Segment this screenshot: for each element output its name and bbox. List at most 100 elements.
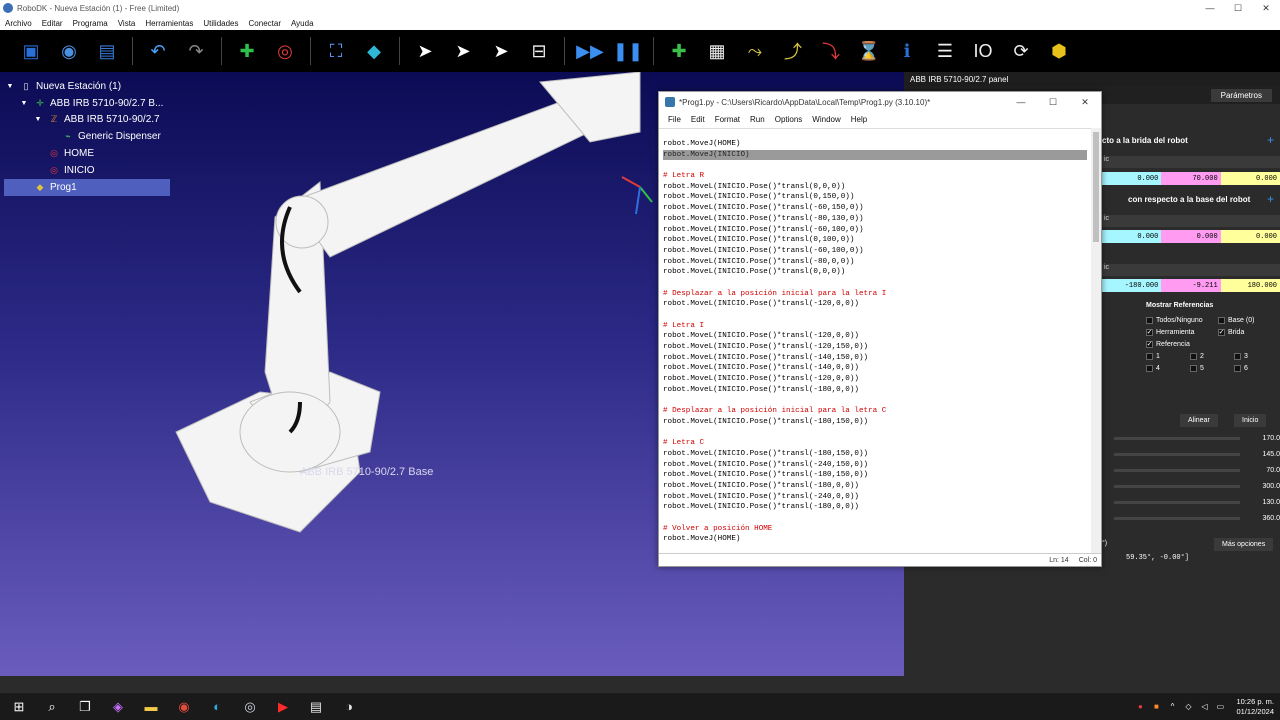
joint-1-slider[interactable]: 170.0	[1104, 432, 1280, 444]
code-line[interactable]: robot.MoveL(INICIO.Pose()*transl(0,150,0…	[663, 192, 1093, 203]
chrome-icon[interactable]: ◉	[169, 693, 199, 720]
windows-start-icon[interactable]: ⊞	[4, 693, 34, 720]
scrollbar-thumb[interactable]	[1093, 132, 1099, 242]
menu-conectar[interactable]: Conectar	[244, 19, 286, 28]
python-program-icon[interactable]: ✚	[664, 36, 694, 66]
copilot-icon[interactable]: ◈	[103, 693, 133, 720]
tab-parametros[interactable]: Parámetros	[1210, 88, 1272, 102]
menu-herramientas[interactable]: Herramientas	[140, 19, 198, 28]
youtube-icon[interactable]: ▶	[268, 693, 298, 720]
tool-select[interactable]: ic	[1102, 156, 1280, 168]
code-comment-line[interactable]: # Desplazar a la posición inicial para l…	[663, 289, 1093, 300]
maximize-button[interactable]: ☐	[1224, 0, 1252, 16]
collision-icon[interactable]: ⊟	[524, 36, 554, 66]
ref-all-none[interactable]: Todos/Ninguno	[1146, 314, 1218, 326]
code-line[interactable]: robot.MoveL(INICIO.Pose()*transl(-240,0,…	[663, 492, 1093, 503]
ref-base[interactable]: Base (0)	[1218, 314, 1278, 326]
browser-icon[interactable]: ◎	[235, 693, 265, 720]
code-comment-line[interactable]: # Desplazar a la posición inicial para l…	[663, 406, 1093, 417]
ref-num-4[interactable]: 4	[1146, 362, 1190, 374]
tray-clock[interactable]: 10:26 p. m. 01/12/2024	[1236, 697, 1274, 717]
code-line[interactable]: robot.MoveL(INICIO.Pose()*transl(-140,15…	[663, 353, 1093, 364]
editor-menu-edit[interactable]: Edit	[686, 115, 710, 124]
minimize-button[interactable]: —	[1196, 0, 1224, 16]
code-comment-line[interactable]: # Volver a posición HOME	[663, 524, 1093, 535]
movej-icon[interactable]: ⤳	[740, 36, 770, 66]
search-icon[interactable]: ⌕	[37, 693, 67, 720]
tree-item[interactable]: ▼ ℤ ABB IRB 5710-90/2.7	[4, 112, 170, 129]
code-line[interactable]: robot.MoveL(INICIO.Pose()*transl(-180,0,…	[663, 502, 1093, 513]
add-reference-icon[interactable]: ✚	[232, 36, 262, 66]
code-line[interactable]: robot.MoveL(INICIO.Pose()*transl(0,0,0))	[663, 267, 1093, 278]
orientation-values-row[interactable]: -180.000 -9.211 180.000	[1102, 279, 1280, 292]
code-line[interactable]	[663, 310, 1093, 321]
tree-item[interactable]: ◆ Prog1	[4, 178, 170, 196]
code-line[interactable]: robot.MoveL(INICIO.Pose()*transl(-120,0,…	[663, 331, 1093, 342]
save-icon[interactable]: ▤	[92, 36, 122, 66]
subprogram-icon[interactable]: ⟳	[1006, 36, 1036, 66]
editor-scrollbar[interactable]	[1091, 128, 1101, 554]
undo-icon[interactable]: ↶	[143, 36, 173, 66]
close-button[interactable]: ✕	[1252, 0, 1280, 16]
task-view-icon[interactable]: ❐	[70, 693, 100, 720]
code-line[interactable]: robot.MoveJ(HOME)	[663, 534, 1093, 545]
code-line[interactable]: robot.MoveL(INICIO.Pose()*transl(-180,0,…	[663, 385, 1093, 396]
reference-select[interactable]: ic	[1102, 215, 1280, 227]
ref-num-2[interactable]: 2	[1190, 350, 1234, 362]
code-line[interactable]: robot.MoveL(INICIO.Pose()*transl(-60,100…	[663, 225, 1093, 236]
joint-5-slider[interactable]: 130.0	[1104, 496, 1280, 508]
home-button[interactable]: Inicio	[1234, 414, 1267, 427]
pause-icon[interactable]: ❚❚	[613, 36, 643, 66]
tray-battery-icon[interactable]: ▭	[1214, 702, 1226, 712]
code-line[interactable]	[663, 278, 1093, 289]
code-line[interactable]: robot.MoveL(INICIO.Pose()*transl(-180,0,…	[663, 481, 1093, 492]
editor-menu-format[interactable]: Format	[710, 115, 745, 124]
editor-maximize-button[interactable]: ☐	[1037, 92, 1069, 112]
pause-program-icon[interactable]: ⌛	[854, 36, 884, 66]
web-library-icon[interactable]: ◉	[54, 36, 84, 66]
joint-2-slider[interactable]: 145.0	[1104, 448, 1280, 460]
editor-menu-help[interactable]: Help	[846, 115, 872, 124]
io-icon[interactable]: IO	[968, 36, 998, 66]
expand-arrow-icon[interactable]: ▼	[32, 114, 44, 126]
ref-reference[interactable]: ✓ Referencia	[1146, 338, 1278, 350]
tray-network-icon[interactable]: ◇	[1182, 702, 1194, 712]
editor-menu-window[interactable]: Window	[807, 115, 845, 124]
editor-menu-run[interactable]: Run	[745, 115, 770, 124]
code-line[interactable]: robot.MoveL(INICIO.Pose()*transl(0,100,0…	[663, 235, 1093, 246]
base-values-row[interactable]: 0.000 0.000 0.000	[1102, 230, 1280, 243]
editor-menu-file[interactable]: File	[663, 115, 686, 124]
add-program-icon[interactable]: ▦	[702, 36, 732, 66]
code-line[interactable]: robot.MoveL(INICIO.Pose()*transl(-80,130…	[663, 214, 1093, 225]
ref-num-6[interactable]: 6	[1234, 362, 1278, 374]
ref-num-3[interactable]: 3	[1234, 350, 1278, 362]
code-line[interactable]	[663, 396, 1093, 407]
code-line[interactable]: robot.MoveL(INICIO.Pose()*transl(-80,0,0…	[663, 257, 1093, 268]
base-y[interactable]: 0.000	[1161, 230, 1221, 243]
code-line[interactable]: robot.MoveL(INICIO.Pose()*transl(-120,0,…	[663, 299, 1093, 310]
code-line[interactable]	[663, 513, 1093, 524]
flange-z[interactable]: 0.000	[1220, 172, 1280, 185]
menu-editar[interactable]: Editar	[37, 19, 68, 28]
flange-x[interactable]: 0.000	[1102, 172, 1162, 185]
flange-y[interactable]: 70.000	[1161, 172, 1221, 185]
code-line[interactable]	[663, 428, 1093, 439]
code-line[interactable]: robot.MoveL(INICIO.Pose()*transl(-180,15…	[663, 417, 1093, 428]
tree-item[interactable]: ◎ HOME	[4, 145, 170, 162]
robodk-icon[interactable]: ◑	[334, 693, 364, 720]
more-options-button[interactable]: Más opciones	[1214, 538, 1274, 551]
package-icon[interactable]: ⬢	[1044, 36, 1074, 66]
redo-icon[interactable]: ↷	[181, 36, 211, 66]
ref-tool[interactable]: ✓ Herramienta	[1146, 326, 1218, 338]
code-line[interactable]: robot.MoveL(INICIO.Pose()*transl(-180,15…	[663, 470, 1093, 481]
select-icon[interactable]: ➤	[410, 36, 440, 66]
tree-item[interactable]: ⌁ Generic Dispenser	[4, 128, 170, 145]
align-button[interactable]: Alinear	[1180, 414, 1218, 427]
rot-y[interactable]: -9.211	[1161, 279, 1221, 292]
code-line[interactable]: robot.MoveL(INICIO.Pose()*transl(0,0,0))	[663, 182, 1093, 193]
ref-num-5[interactable]: 5	[1190, 362, 1234, 374]
code-line[interactable]: robot.MoveJ(INICIO)	[663, 149, 1087, 161]
editor-minimize-button[interactable]: —	[1005, 92, 1037, 112]
code-line[interactable]: robot.MoveL(INICIO.Pose()*transl(-60,100…	[663, 246, 1093, 257]
iso-view-icon[interactable]: ◆	[359, 36, 389, 66]
